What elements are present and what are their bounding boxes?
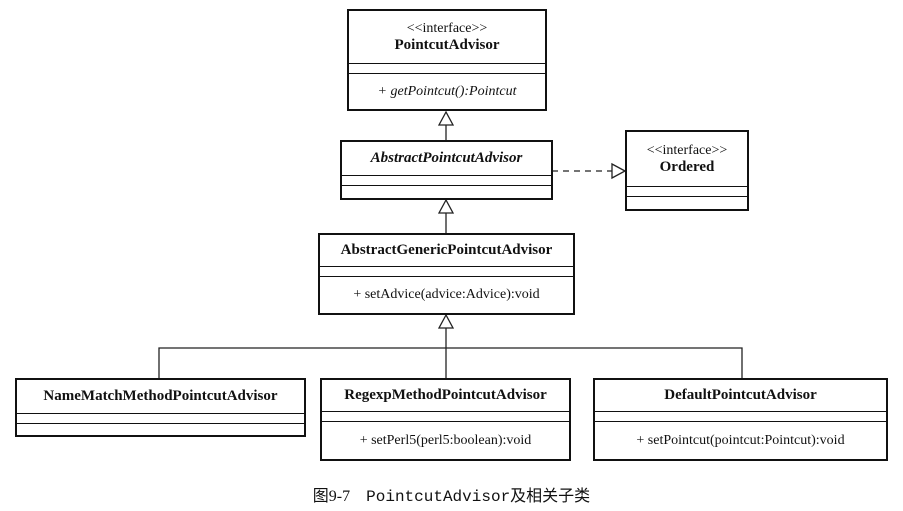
class-name: Ordered — [659, 158, 715, 175]
uml-diagram: <<interface>> PointcutAdvisor + getPoint… — [0, 0, 903, 511]
operation: + getPointcut():Pointcut — [349, 73, 545, 109]
stereotype: <<interface>> — [646, 142, 728, 158]
realization-arrow — [611, 162, 627, 180]
class-header: <<interface>> Ordered — [627, 132, 747, 186]
class-name: AbstractGenericPointcutAdvisor — [340, 242, 553, 258]
attributes-section — [349, 63, 545, 73]
attributes-section — [322, 411, 569, 421]
inheritance-arrow — [437, 110, 455, 126]
inheritance-arrow — [437, 313, 455, 329]
attributes-section — [17, 413, 304, 423]
caption-code: PointcutAdvisor — [366, 488, 511, 506]
stereotype: <<interface>> — [406, 20, 488, 36]
class-abstract-generic-pointcut-advisor: AbstractGenericPointcutAdvisor + setAdvi… — [318, 233, 575, 315]
class-name: PointcutAdvisor — [394, 36, 500, 53]
operations-section — [627, 196, 747, 209]
class-header: <<interface>> PointcutAdvisor — [349, 11, 545, 63]
caption-text: 及相关子类 — [510, 488, 591, 505]
class-name: NameMatchMethodPointcutAdvisor — [43, 388, 278, 404]
class-default-pointcut-advisor: DefaultPointcutAdvisor + setPointcut(poi… — [593, 378, 888, 461]
operation: + setPerl5(perl5:boolean):void — [322, 421, 569, 459]
attributes-section — [627, 186, 747, 196]
inheritance-arrow — [437, 198, 455, 214]
operation: + setAdvice(advice:Advice):void — [320, 276, 573, 313]
operations-section — [17, 423, 304, 435]
attributes-section — [342, 175, 551, 185]
class-ordered: <<interface>> Ordered — [625, 130, 749, 211]
class-name: AbstractPointcutAdvisor — [370, 150, 523, 166]
generalization-tree — [158, 347, 743, 378]
class-name: RegexpMethodPointcutAdvisor — [344, 387, 547, 403]
attributes-section — [320, 266, 573, 276]
class-abstract-pointcut-advisor: AbstractPointcutAdvisor — [340, 140, 553, 200]
class-pointcut-advisor: <<interface>> PointcutAdvisor + getPoint… — [347, 9, 547, 111]
class-regexp-method-pointcut-advisor: RegexpMethodPointcutAdvisor + setPerl5(p… — [320, 378, 571, 461]
operations-section — [342, 185, 551, 198]
operation: + setPointcut(pointcut:Pointcut):void — [595, 421, 886, 459]
attributes-section — [595, 411, 886, 421]
class-name: DefaultPointcutAdvisor — [664, 387, 817, 403]
figure-caption: 图9-7 PointcutAdvisor及相关子类 — [0, 482, 903, 506]
figure-number: 图9-7 — [312, 488, 351, 505]
class-name-match-method-pointcut-advisor: NameMatchMethodPointcutAdvisor — [15, 378, 306, 437]
